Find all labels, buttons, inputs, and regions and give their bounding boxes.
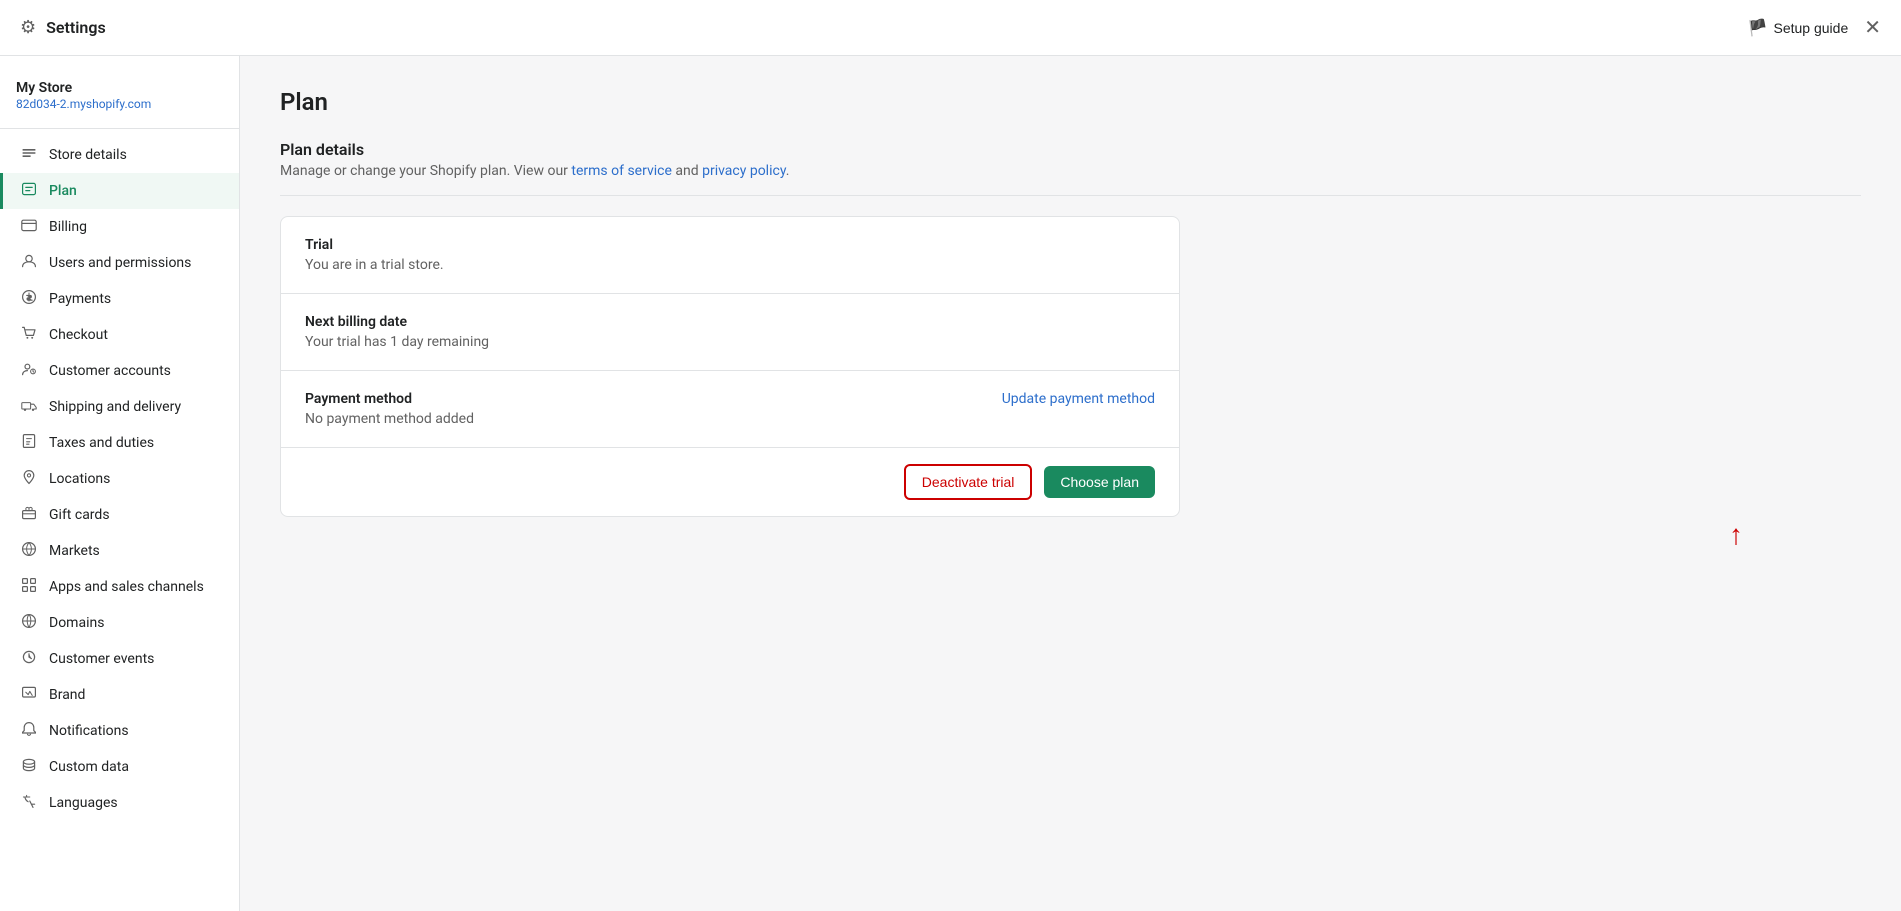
- sidebar-item-languages-label: Languages: [49, 795, 118, 811]
- sidebar-store-url[interactable]: 82d034-2.myshopify.com: [16, 97, 151, 111]
- plan-icon: [19, 181, 39, 201]
- trial-section: Trial You are in a trial store.: [281, 217, 1179, 294]
- brand-icon: [19, 685, 39, 705]
- billing-section: Next billing date Your trial has 1 day r…: [281, 294, 1179, 371]
- sidebar-item-billing-label: Billing: [49, 219, 87, 235]
- plan-card: Trial You are in a trial store. Next bil…: [280, 216, 1180, 517]
- users-icon: [19, 253, 39, 273]
- sidebar-item-plan[interactable]: Plan: [0, 173, 239, 209]
- sidebar-item-notifications[interactable]: Notifications: [0, 713, 239, 749]
- shipping-icon: [19, 397, 39, 417]
- plan-card-footer: Deactivate trial Choose plan: [281, 448, 1179, 516]
- markets-icon: [19, 541, 39, 561]
- sidebar-item-billing[interactable]: Billing: [0, 209, 239, 245]
- sidebar-item-customer-accounts[interactable]: Customer accounts: [0, 353, 239, 389]
- settings-header-right: 🏴 Setup guide ✕: [1748, 18, 1881, 38]
- domains-icon: [19, 613, 39, 633]
- locations-icon: [19, 469, 39, 489]
- sidebar-item-brand-label: Brand: [49, 687, 85, 703]
- settings-title-area: ⚙ Settings: [20, 17, 106, 38]
- settings-sidebar: My Store 82d034-2.myshopify.com Store de…: [0, 56, 240, 911]
- settings-overlay: ⚙ Settings 🏴 Setup guide ✕ My Store 82d0…: [0, 0, 1901, 911]
- settings-main: Plan Plan details Manage or change your …: [240, 56, 1901, 911]
- customer-accounts-icon: [19, 361, 39, 381]
- sidebar-item-locations[interactable]: Locations: [0, 461, 239, 497]
- settings-header: ⚙ Settings 🏴 Setup guide ✕: [0, 0, 1901, 56]
- deactivate-trial-button[interactable]: Deactivate trial: [904, 464, 1033, 500]
- payment-method-description: No payment method added: [305, 411, 474, 427]
- payment-method-info: Payment method No payment method added: [305, 391, 474, 427]
- up-arrow-icon: ↑: [1729, 521, 1743, 549]
- flag-icon: 🏴: [1748, 18, 1768, 38]
- choose-plan-button[interactable]: Choose plan: [1044, 466, 1155, 498]
- sidebar-item-customer-accounts-label: Customer accounts: [49, 363, 171, 379]
- close-button[interactable]: ✕: [1864, 18, 1881, 38]
- sidebar-item-markets-label: Markets: [49, 543, 100, 559]
- sidebar-item-notifications-label: Notifications: [49, 723, 129, 739]
- sidebar-item-brand[interactable]: Brand: [0, 677, 239, 713]
- setup-guide-button[interactable]: 🏴 Setup guide: [1748, 18, 1849, 38]
- sidebar-item-payments[interactable]: Payments: [0, 281, 239, 317]
- notifications-icon: [19, 721, 39, 741]
- plan-details-title: Plan details: [280, 140, 1861, 159]
- sidebar-item-apps-label: Apps and sales channels: [49, 579, 204, 595]
- payment-method-section: Payment method No payment method added U…: [281, 371, 1179, 448]
- sidebar-item-custom-data-label: Custom data: [49, 759, 129, 775]
- custom-data-icon: [19, 757, 39, 777]
- apps-icon: [19, 577, 39, 597]
- sidebar-item-payments-label: Payments: [49, 291, 111, 307]
- sidebar-item-gift-cards[interactable]: Gift cards: [0, 497, 239, 533]
- sidebar-item-locations-label: Locations: [49, 471, 110, 487]
- sidebar-store-section: My Store 82d034-2.myshopify.com: [0, 72, 239, 129]
- sidebar-item-custom-data[interactable]: Custom data: [0, 749, 239, 785]
- taxes-icon: [19, 433, 39, 453]
- payment-method-row: Payment method No payment method added U…: [305, 391, 1155, 427]
- sidebar-item-apps-and-sales-channels[interactable]: Apps and sales channels: [0, 569, 239, 605]
- plan-details-description: Manage or change your Shopify plan. View…: [280, 163, 1861, 179]
- update-payment-method-link[interactable]: Update payment method: [1002, 391, 1155, 407]
- sidebar-item-markets[interactable]: Markets: [0, 533, 239, 569]
- privacy-policy-link[interactable]: privacy policy: [702, 163, 786, 179]
- sidebar-item-users-and-permissions[interactable]: Users and permissions: [0, 245, 239, 281]
- trial-label: Trial: [305, 237, 1155, 253]
- billing-icon: [19, 217, 39, 237]
- billing-label: Next billing date: [305, 314, 1155, 330]
- sidebar-item-checkout[interactable]: Checkout: [0, 317, 239, 353]
- sidebar-item-taxes-and-duties[interactable]: Taxes and duties: [0, 425, 239, 461]
- sidebar-item-customer-events-label: Customer events: [49, 651, 154, 667]
- languages-icon: [19, 793, 39, 813]
- sidebar-item-gift-cards-label: Gift cards: [49, 507, 110, 523]
- checkout-icon: [19, 325, 39, 345]
- sidebar-item-users-label: Users and permissions: [49, 255, 191, 271]
- sidebar-item-store-details-label: Store details: [49, 147, 127, 163]
- trial-description: You are in a trial store.: [305, 257, 1155, 273]
- arrow-annotation: ↑: [280, 521, 1861, 549]
- sidebar-item-languages[interactable]: Languages: [0, 785, 239, 821]
- sidebar-item-shipping-and-delivery[interactable]: Shipping and delivery: [0, 389, 239, 425]
- sidebar-item-taxes-label: Taxes and duties: [49, 435, 154, 451]
- sidebar-item-checkout-label: Checkout: [49, 327, 108, 343]
- sidebar-item-plan-label: Plan: [49, 183, 77, 199]
- section-divider: [280, 195, 1861, 196]
- sidebar-item-store-details[interactable]: Store details: [0, 137, 239, 173]
- settings-title: Settings: [46, 18, 106, 37]
- setup-guide-label: Setup guide: [1774, 20, 1849, 36]
- customer-events-icon: [19, 649, 39, 669]
- billing-description: Your trial has 1 day remaining: [305, 334, 1155, 350]
- settings-body: My Store 82d034-2.myshopify.com Store de…: [0, 56, 1901, 911]
- terms-of-service-link[interactable]: terms of service: [571, 163, 672, 179]
- store-details-icon: [19, 145, 39, 165]
- payment-method-label: Payment method: [305, 391, 474, 407]
- gift-cards-icon: [19, 505, 39, 525]
- gear-icon: ⚙: [20, 17, 36, 38]
- payments-icon: [19, 289, 39, 309]
- sidebar-item-domains-label: Domains: [49, 615, 104, 631]
- page-title: Plan: [280, 88, 1861, 116]
- sidebar-item-domains[interactable]: Domains: [0, 605, 239, 641]
- sidebar-item-customer-events[interactable]: Customer events: [0, 641, 239, 677]
- sidebar-item-shipping-label: Shipping and delivery: [49, 399, 181, 415]
- sidebar-store-name: My Store: [16, 80, 223, 96]
